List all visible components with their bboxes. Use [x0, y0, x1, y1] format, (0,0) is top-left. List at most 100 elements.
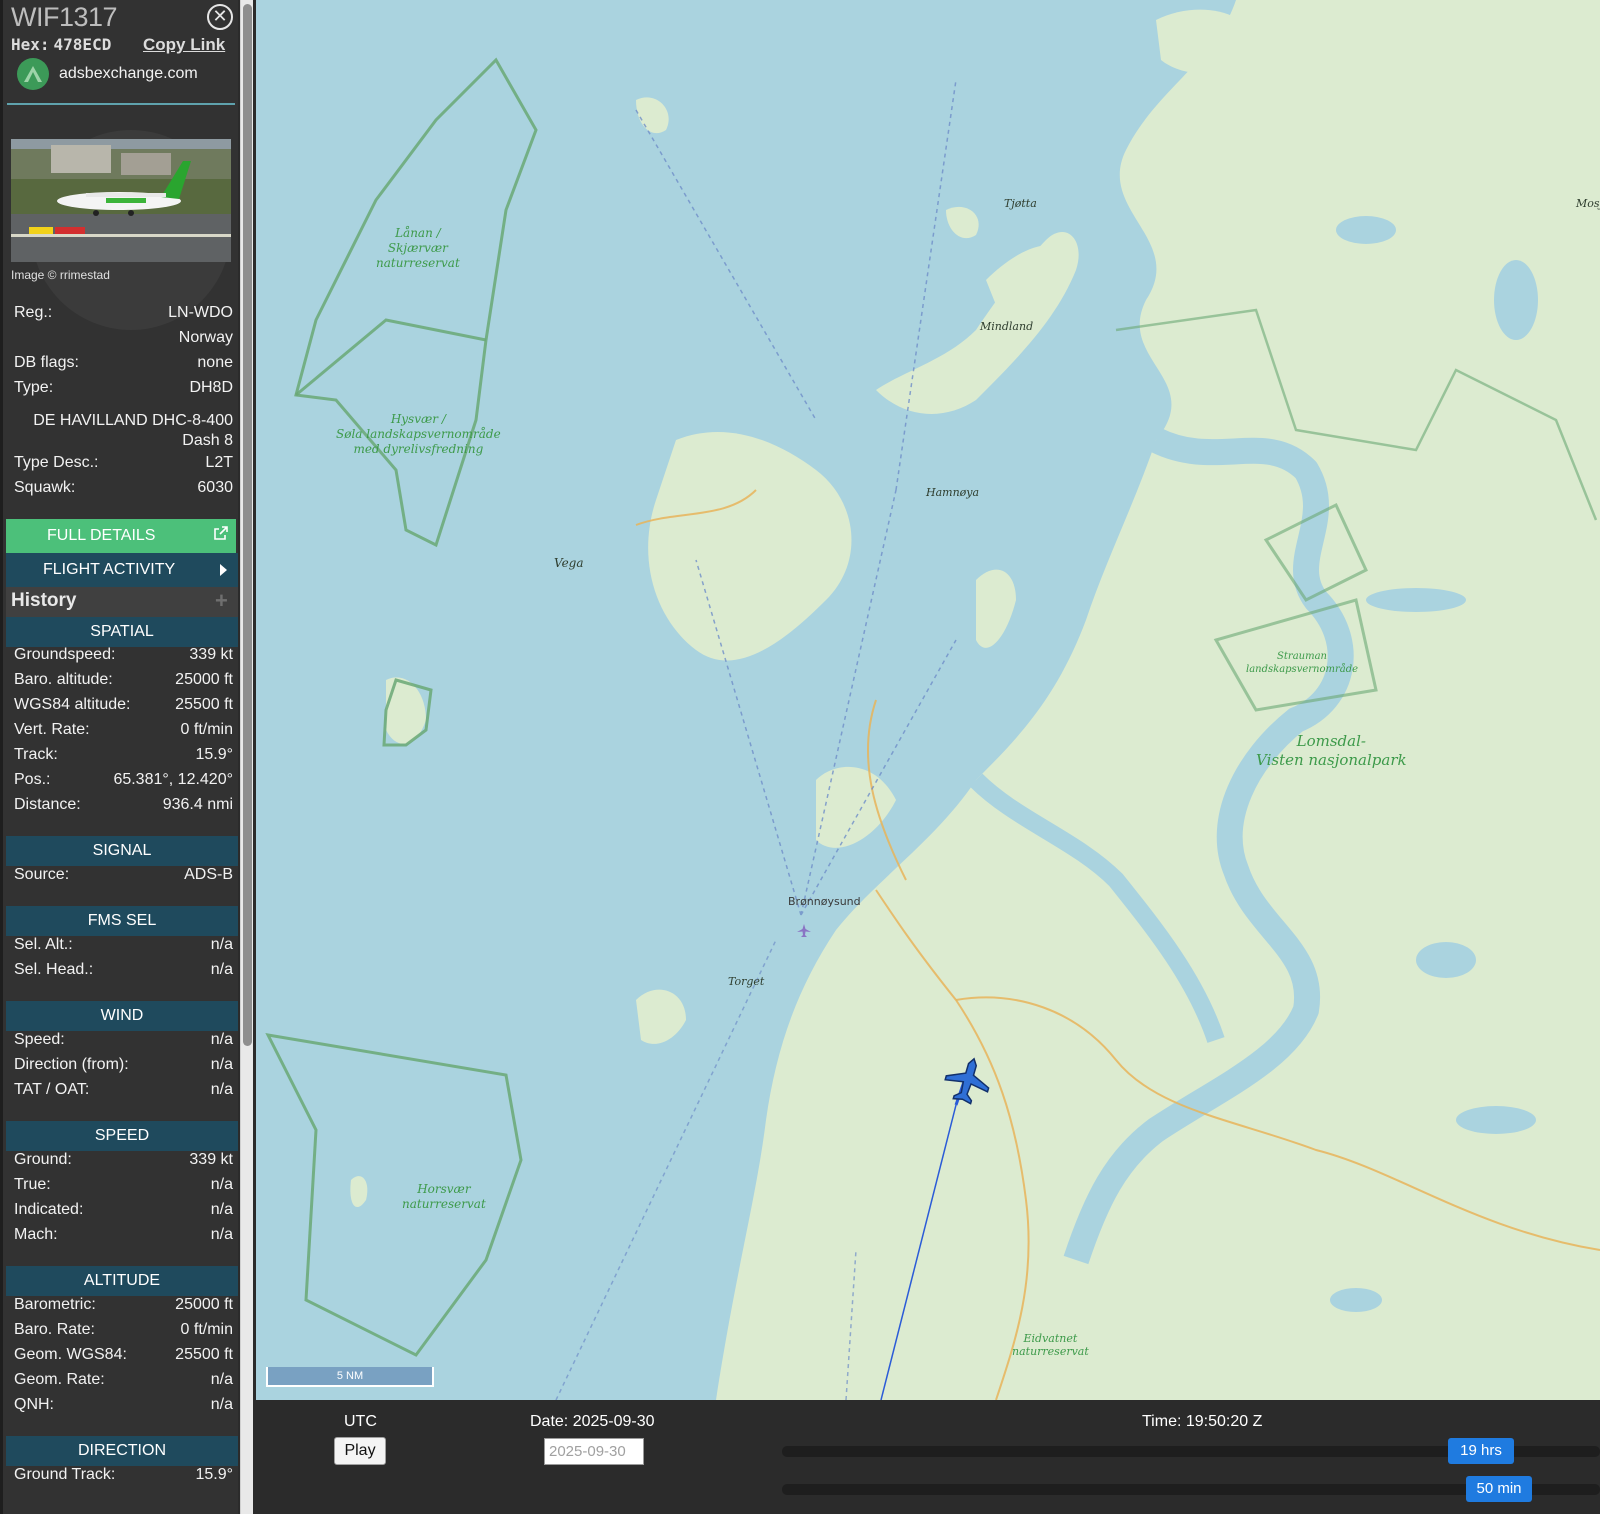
row-value: n/a [210, 936, 233, 953]
row-value: n/a [210, 1056, 233, 1073]
divider [7, 103, 235, 105]
row-value: 25500 ft [175, 696, 233, 713]
minutes-slider-handle[interactable]: 50 min [1466, 1476, 1532, 1502]
external-link-icon [214, 526, 228, 540]
row-label: Sel. Alt.: [14, 936, 73, 953]
map-label-mindland: Mindland [980, 320, 1034, 333]
reg-row: Reg.: LN-WDO [11, 304, 233, 326]
row-value: n/a [210, 1226, 233, 1243]
db-flags-value: none [197, 354, 233, 371]
brand-text: adsbexchange.com [59, 65, 198, 82]
spatial-row: Groundspeed: 339 kt [11, 646, 233, 668]
row-value: n/a [210, 1176, 233, 1193]
row-value: 25000 ft [175, 1296, 233, 1313]
map-view[interactable]: Lånan / Skjærvær naturreservat Hysvær / … [256, 0, 1600, 1400]
map-label-vega: Vega [554, 556, 584, 570]
brand-link[interactable]: adsbexchange.com [17, 58, 198, 90]
map-label-lanan: Lånan / Skjærvær naturreservat [376, 226, 460, 270]
close-icon[interactable]: ✕ [207, 4, 233, 30]
row-value: 65.381°, 12.420° [113, 771, 233, 788]
row-value: 936.4 nmi [162, 796, 233, 813]
aircraft-info-panel: WIF1317 ✕ Hex: 478ECD Copy Link adsbexcha… [0, 0, 238, 1514]
spatial-row: Distance: 936.4 nmi [11, 796, 233, 818]
row-value: 25500 ft [175, 1346, 233, 1363]
scrollbar-thumb[interactable] [243, 4, 252, 1046]
date-input[interactable] [544, 1438, 644, 1465]
photo-credit: Image © rrimestad [11, 268, 110, 282]
squawk-value: 6030 [197, 479, 233, 496]
section-header-direction: DIRECTION [6, 1436, 238, 1466]
copy-link[interactable]: Copy Link [143, 35, 225, 55]
time-label: Time: 19:50:20 Z [1142, 1413, 1263, 1430]
fms-row: Sel. Head.: n/a [11, 961, 233, 983]
fms-row: Sel. Alt.: n/a [11, 936, 233, 958]
row-label: TAT / OAT: [14, 1081, 90, 1098]
reg-label: Reg.: [14, 304, 53, 321]
row-label: Baro. Rate: [14, 1321, 95, 1338]
type-desc-label: Type Desc.: [14, 454, 99, 471]
row-label: Track: [14, 746, 58, 763]
play-button[interactable]: Play [334, 1437, 386, 1465]
wind-row: TAT / OAT: n/a [11, 1081, 233, 1103]
row-label: Sel. Head.: [14, 961, 94, 978]
country-value: Norway [178, 329, 233, 346]
type-name-line2: Dash 8 [182, 432, 233, 449]
section-header-altitude: ALTITUDE [6, 1266, 238, 1296]
row-value: n/a [210, 1201, 233, 1218]
map-label-tjotta: Tjøtta [1004, 197, 1037, 210]
row-label: WGS84 altitude: [14, 696, 131, 713]
expand-arrow-icon [220, 564, 227, 576]
row-label: Pos.: [14, 771, 51, 788]
row-value: 339 kt [189, 1151, 233, 1168]
history-section-toggle[interactable]: History + [6, 587, 238, 617]
map-label-lomsdal: Lomsdal- Visten nasjonalpark [1256, 732, 1407, 769]
row-value: 339 kt [189, 646, 233, 663]
plus-icon: + [215, 588, 228, 613]
speed-row: Mach: n/a [11, 1226, 233, 1248]
row-value: 0 ft/min [180, 721, 233, 738]
section-header-signal: SIGNAL [6, 836, 238, 866]
altitude-row: Geom. Rate: n/a [11, 1371, 233, 1393]
map-label-eidvatnet: Eidvatnet naturreservat [1012, 1332, 1089, 1358]
section-header-spatial: SPATIAL [6, 617, 238, 647]
type-desc-value: L2T [205, 454, 233, 471]
type-desc-row: Type Desc.: L2T [11, 454, 233, 476]
aircraft-photo[interactable] [11, 139, 231, 262]
row-label: Indicated: [14, 1201, 84, 1218]
spatial-row: Vert. Rate: 0 ft/min [11, 721, 233, 743]
type-row: Type: DH8D [11, 379, 233, 401]
spatial-row: WGS84 altitude: 25500 ft [11, 696, 233, 718]
spatial-row: Baro. altitude: 25000 ft [11, 671, 233, 693]
altitude-row: Barometric: 25000 ft [11, 1296, 233, 1318]
airport-icon [797, 924, 811, 937]
map-label-horsvaer: Horsvær naturreservat [402, 1182, 486, 1211]
flight-activity-button[interactable]: FLIGHT ACTIVITY [6, 553, 238, 587]
hours-slider-handle[interactable]: 19 hrs [1448, 1438, 1514, 1464]
row-label: Ground Track: [14, 1466, 116, 1483]
row-label: Source: [14, 866, 70, 883]
sidebar-scrollbar[interactable] [240, 0, 253, 1514]
timezone-label: UTC [344, 1413, 377, 1430]
type-label: Type: [14, 379, 54, 396]
row-label: Mach: [14, 1226, 58, 1243]
row-label: Barometric: [14, 1296, 96, 1313]
speed-row: Indicated: n/a [11, 1201, 233, 1223]
section-header-fms-sel: FMS SEL [6, 906, 238, 936]
section-header-wind: WIND [6, 1001, 238, 1031]
row-value: 15.9° [195, 1466, 233, 1483]
row-value: n/a [210, 1371, 233, 1388]
row-label: Geom. WGS84: [14, 1346, 127, 1363]
type-value: DH8D [189, 379, 233, 396]
altitude-row: Geom. WGS84: 25500 ft [11, 1346, 233, 1368]
row-value: 0 ft/min [180, 1321, 233, 1338]
reg-value: LN-WDO [168, 304, 233, 321]
type-name-line1: DE HAVILLAND DHC-8-400 [33, 412, 233, 429]
wind-row: Speed: n/a [11, 1031, 233, 1053]
row-value: n/a [210, 1396, 233, 1413]
row-label: Distance: [14, 796, 81, 813]
row-label: Vert. Rate: [14, 721, 90, 738]
hex-value: 478ECD [53, 35, 112, 54]
row-value: ADS-B [184, 866, 233, 883]
full-details-button[interactable]: FULL DETAILS [6, 519, 236, 553]
row-label: Direction (from): [14, 1056, 129, 1073]
